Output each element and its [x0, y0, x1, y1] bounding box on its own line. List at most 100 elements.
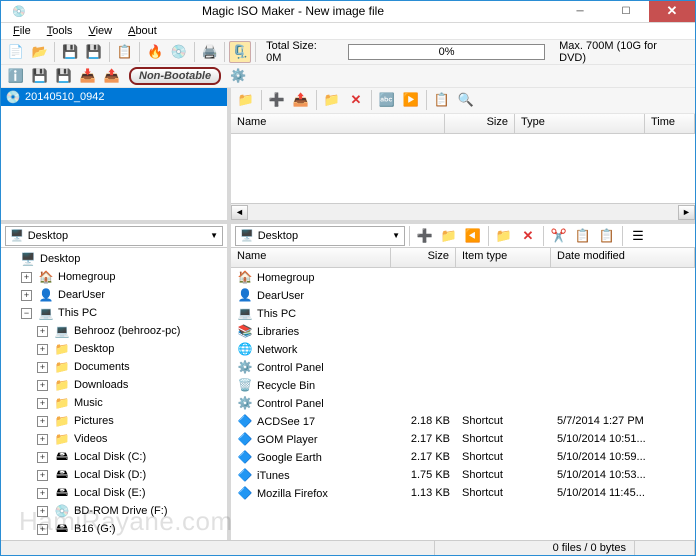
list-item[interactable]: Control Panel — [231, 394, 695, 412]
list-view-button[interactable]: ☰ — [627, 225, 649, 247]
expand-icon[interactable]: + — [37, 488, 48, 499]
menu-tools[interactable]: Tools — [41, 23, 79, 39]
col-size[interactable]: Size — [445, 114, 515, 133]
expand-icon[interactable]: + — [21, 290, 32, 301]
expand-icon[interactable]: + — [37, 398, 48, 409]
tree-item[interactable]: +Local Disk (D:) — [1, 466, 227, 484]
view-button[interactable]: ▶️ — [400, 89, 422, 111]
menu-file[interactable]: File — [7, 23, 37, 39]
boot-options-button[interactable]: ⚙️ — [227, 65, 249, 87]
list-item[interactable]: This PC — [231, 304, 695, 322]
tree-item[interactable]: +Local Disk (E:) — [1, 484, 227, 502]
maximize-button[interactable]: ☐ — [603, 1, 649, 22]
chevron-down-icon[interactable]: ▼ — [392, 231, 400, 240]
add-to-image-button[interactable]: ➕ — [414, 225, 436, 247]
expand-icon[interactable]: + — [37, 326, 48, 337]
list-item[interactable]: Network — [231, 340, 695, 358]
list-item[interactable]: GOM Player2.17 KBShortcut5/10/2014 10:51… — [231, 430, 695, 448]
scroll-left-icon[interactable]: ◄ — [231, 205, 248, 220]
tree-item[interactable]: +Videos — [1, 430, 227, 448]
expand-icon[interactable]: − — [21, 308, 32, 319]
list-item[interactable]: Recycle Bin — [231, 376, 695, 394]
expand-icon[interactable]: + — [37, 416, 48, 427]
cd-button[interactable]: 💿 — [168, 41, 190, 63]
close-button[interactable]: ✕ — [649, 1, 695, 22]
cut-button[interactable]: ✂️ — [548, 225, 570, 247]
tree-item[interactable]: −This PC — [1, 304, 227, 322]
tree-item[interactable]: +Pictures — [1, 412, 227, 430]
col-name[interactable]: Name — [231, 248, 391, 267]
add-button[interactable]: ➕ — [266, 89, 288, 111]
expand-icon[interactable]: + — [37, 362, 48, 373]
expand-icon[interactable]: + — [37, 434, 48, 445]
properties-button[interactable]: 📋 — [114, 41, 136, 63]
expand-icon[interactable]: + — [37, 470, 48, 481]
up-folder-button[interactable]: 📁 — [235, 89, 257, 111]
fs-tree-body[interactable]: Desktop+Homegroup+DearUser−This PC+Behro… — [1, 248, 227, 540]
tree-item[interactable]: +Local Disk (C:) — [1, 448, 227, 466]
load-boot-button[interactable]: 📥 — [77, 65, 99, 87]
col-itemtype[interactable]: Item type — [456, 248, 551, 267]
minimize-button[interactable]: ─ — [557, 1, 603, 22]
list-item[interactable]: Control Panel — [231, 358, 695, 376]
fs-list-path[interactable]: Desktop ▼ — [235, 226, 405, 246]
new-folder-button[interactable]: 📁 — [321, 89, 343, 111]
image-tree-root[interactable]: 💿 20140510_0942 — [1, 88, 227, 106]
tree-item[interactable]: +Music — [1, 394, 227, 412]
col-name[interactable]: Name — [231, 114, 445, 133]
search-button[interactable]: 🔍 — [455, 89, 477, 111]
list-item[interactable]: Libraries — [231, 322, 695, 340]
menu-about[interactable]: About — [122, 23, 163, 39]
boot-badge[interactable]: Non-Bootable — [129, 67, 221, 85]
col-date[interactable]: Date modified — [551, 248, 695, 267]
expand-icon[interactable]: + — [37, 344, 48, 355]
tree-item[interactable]: +DearUser — [1, 286, 227, 304]
bootinfo-button[interactable]: ℹ️ — [5, 65, 27, 87]
extract-button[interactable]: 📤 — [290, 89, 312, 111]
saveas-button[interactable]: 💾 — [83, 41, 105, 63]
tree-item[interactable]: +BD-ROM Drive (F:) — [1, 502, 227, 520]
tree-item[interactable]: +B16 (G:) — [1, 520, 227, 538]
compress-button[interactable]: 🗜️ — [229, 41, 251, 63]
burn-button[interactable]: 🔥 — [144, 41, 166, 63]
tree-item[interactable]: +Documents — [1, 358, 227, 376]
rename-button[interactable]: 🔤 — [376, 89, 398, 111]
save-boot-button[interactable]: 📤 — [101, 65, 123, 87]
col-type[interactable]: Type — [515, 114, 645, 133]
delete-button[interactable]: ✕ — [345, 89, 367, 111]
list-item[interactable]: Mozilla Firefox1.13 KBShortcut5/10/2014 … — [231, 484, 695, 502]
list-item[interactable]: ACDSee 172.18 KBShortcut5/7/2014 1:27 PM — [231, 412, 695, 430]
fs-tree-path[interactable]: Desktop ▼ — [5, 226, 223, 246]
tree-item[interactable]: +Downloads — [1, 376, 227, 394]
delete-fs-button[interactable]: ✕ — [517, 225, 539, 247]
floppy-a-button[interactable]: 💾 — [29, 65, 51, 87]
copy-button[interactable]: 📋 — [572, 225, 594, 247]
scroll-right-icon[interactable]: ► — [678, 205, 695, 220]
tree-item[interactable]: +Behrooz (behrooz-pc) — [1, 322, 227, 340]
tree-item[interactable]: +Homegroup — [1, 268, 227, 286]
expand-icon[interactable]: + — [37, 380, 48, 391]
up-button[interactable]: 📁 — [438, 225, 460, 247]
back-button[interactable]: ◀️ — [462, 225, 484, 247]
list-item[interactable]: Homegroup — [231, 268, 695, 286]
list-item[interactable]: Google Earth2.17 KBShortcut5/10/2014 10:… — [231, 448, 695, 466]
expand-icon[interactable]: + — [37, 506, 48, 517]
list-item[interactable]: iTunes1.75 KBShortcut5/10/2014 10:53... — [231, 466, 695, 484]
tree-item[interactable]: +Desktop — [1, 340, 227, 358]
new-folder-fs-button[interactable]: 📁 — [493, 225, 515, 247]
paste-button[interactable]: 📋 — [596, 225, 618, 247]
image-list-hscroll[interactable]: ◄ ► — [231, 203, 695, 220]
col-time[interactable]: Time — [645, 114, 695, 133]
fs-list-body[interactable]: HomegroupDearUserThis PCLibrariesNetwork… — [231, 268, 695, 540]
props-button[interactable]: 📋 — [431, 89, 453, 111]
col-size[interactable]: Size — [391, 248, 456, 267]
new-button[interactable]: 📄 — [5, 41, 27, 63]
tree-item[interactable]: Desktop — [1, 250, 227, 268]
menu-view[interactable]: View — [82, 23, 118, 39]
print-button[interactable]: 🖨️ — [199, 41, 221, 63]
expand-icon[interactable]: + — [21, 272, 32, 283]
open-button[interactable]: 📂 — [29, 41, 51, 63]
expand-icon[interactable]: + — [37, 524, 48, 535]
expand-icon[interactable]: + — [37, 452, 48, 463]
chevron-down-icon[interactable]: ▼ — [210, 231, 218, 240]
